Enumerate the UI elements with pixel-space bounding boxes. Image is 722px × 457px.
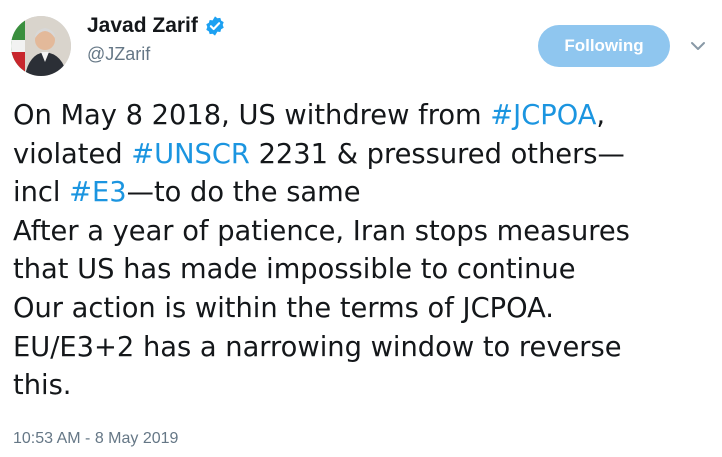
tweet-line: Our action is within the terms of JCPOA. xyxy=(13,292,554,324)
tweet-line: On May 8 2018, US withdrew from #JCPOA, xyxy=(13,97,713,136)
hashtag-e3-link[interactable]: #E3 xyxy=(69,177,127,208)
hashtag-jcpoa-link[interactable]: #JCPOA xyxy=(490,100,596,131)
verified-badge-icon xyxy=(206,16,224,36)
profile-photo-icon xyxy=(11,16,71,76)
author-display-name[interactable]: Javad Zarif xyxy=(87,14,198,38)
chevron-down-icon[interactable] xyxy=(690,40,706,52)
author-header: Javad Zarif @JZarif xyxy=(87,14,226,65)
tweet-text-segment: , xyxy=(596,100,606,131)
tweet-text-segment: 2231 & pressured others— xyxy=(249,138,625,170)
tweet-line: incl #E3—to do the same xyxy=(13,174,713,213)
avatar[interactable] xyxy=(11,16,71,76)
following-button[interactable]: Following xyxy=(538,25,670,67)
hashtag-unscr-link[interactable]: #UNSCR xyxy=(131,139,250,170)
author-handle[interactable]: @JZarif xyxy=(87,44,226,65)
tweet-text: On May 8 2018, US withdrew from #JCPOA, … xyxy=(13,97,713,406)
tweet-line: that US has made impossible to continue xyxy=(13,254,576,286)
tweet-line: EU/E3+2 has a narrowing window to revers… xyxy=(13,331,622,363)
tweet-line: this. xyxy=(13,370,72,402)
tweet-timestamp[interactable]: 10:53 AM - 8 May 2019 xyxy=(13,430,178,448)
tweet-line: After a year of patience, Iran stops mea… xyxy=(13,215,630,247)
tweet-text-segment: incl xyxy=(13,177,70,209)
tweet-text-segment: —to do the same xyxy=(126,177,361,209)
tweet-text-segment: On May 8 2018, US withdrew from xyxy=(13,100,491,131)
tweet-text-segment: violated xyxy=(13,138,132,170)
tweet-line: violated #UNSCR 2231 & pressured others— xyxy=(13,136,713,175)
